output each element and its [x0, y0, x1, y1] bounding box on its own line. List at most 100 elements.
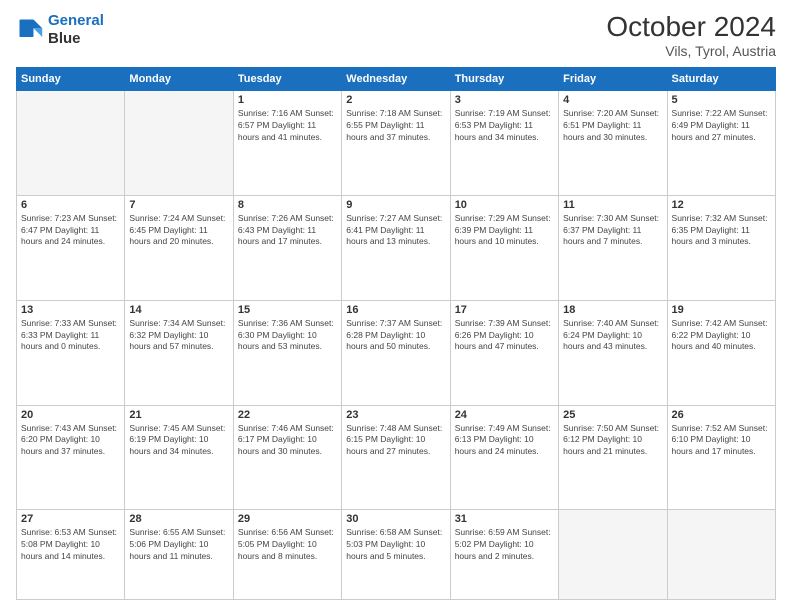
day-detail: Sunrise: 7:52 AM Sunset: 6:10 PM Dayligh… — [672, 423, 771, 459]
day-number: 24 — [455, 409, 554, 421]
col-header-sunday: Sunday — [17, 67, 125, 90]
page: General Blue October 2024 Vils, Tyrol, A… — [0, 0, 792, 612]
logo: General Blue — [16, 12, 104, 48]
day-detail: Sunrise: 7:18 AM Sunset: 6:55 PM Dayligh… — [346, 108, 445, 144]
day-detail: Sunrise: 7:26 AM Sunset: 6:43 PM Dayligh… — [238, 213, 337, 249]
calendar-cell: 17Sunrise: 7:39 AM Sunset: 6:26 PM Dayli… — [450, 300, 558, 405]
calendar-cell — [17, 90, 125, 195]
calendar-cell: 22 Sunrise: 7:46 AM Sunset: 6:17 PM Dayli… — [233, 405, 341, 510]
day-number: 3 — [455, 94, 554, 106]
calendar-cell: 10 Sunrise: 7:29 AM Sunset: 6:39 PM Dayli… — [450, 195, 558, 300]
day-detail: Sunrise: 7:16 AM Sunset: 6:57 PM Dayligh… — [238, 108, 337, 144]
calendar-cell — [667, 510, 775, 600]
day-detail: Sunrise: 7:45 AM Sunset: 6:19 PM Dayligh… — [129, 423, 228, 459]
calendar-cell: 16 Sunrise: 7:37 AM Sunset: 6:28 PM Dayli… — [342, 300, 450, 405]
calendar-cell: 30Sunrise: 6:58 AM Sunset: 5:03 PM Dayli… — [342, 510, 450, 600]
calendar-body: 1 Sunrise: 7:16 AM Sunset: 6:57 PM Daylig… — [17, 90, 776, 599]
main-title: October 2024 — [606, 12, 776, 43]
calendar-cell: 6Sunrise: 7:23 AM Sunset: 6:47 PM Daylig… — [17, 195, 125, 300]
day-number: 16 — [346, 304, 445, 316]
day-number: 21 — [129, 409, 228, 421]
calendar-cell: 4 Sunrise: 7:20 AM Sunset: 6:51 PM Daylig… — [559, 90, 667, 195]
calendar-cell: 21 Sunrise: 7:45 AM Sunset: 6:19 PM Dayli… — [125, 405, 233, 510]
logo-text: General Blue — [48, 12, 104, 48]
day-number: 20 — [21, 409, 120, 421]
calendar-cell: 26Sunrise: 7:52 AM Sunset: 6:10 PM Dayli… — [667, 405, 775, 510]
day-number: 22 — [238, 409, 337, 421]
calendar-cell: 25 Sunrise: 7:50 AM Sunset: 6:12 PM Dayli… — [559, 405, 667, 510]
calendar-cell: 15Sunrise: 7:36 AM Sunset: 6:30 PM Dayli… — [233, 300, 341, 405]
calendar-cell: 3Sunrise: 7:19 AM Sunset: 6:53 PM Daylig… — [450, 90, 558, 195]
day-number: 9 — [346, 199, 445, 211]
calendar-cell: 28 Sunrise: 6:55 AM Sunset: 5:06 PM Dayli… — [125, 510, 233, 600]
calendar-cell: 2 Sunrise: 7:18 AM Sunset: 6:55 PM Daylig… — [342, 90, 450, 195]
calendar-cell: 9 Sunrise: 7:27 AM Sunset: 6:41 PM Daylig… — [342, 195, 450, 300]
calendar-cell: 31 Sunrise: 6:59 AM Sunset: 5:02 PM Dayli… — [450, 510, 558, 600]
day-detail: Sunrise: 7:39 AM Sunset: 6:26 PM Dayligh… — [455, 318, 554, 354]
calendar-cell: 19Sunrise: 7:42 AM Sunset: 6:22 PM Dayli… — [667, 300, 775, 405]
calendar-cell: 23Sunrise: 7:48 AM Sunset: 6:15 PM Dayli… — [342, 405, 450, 510]
title-block: October 2024 Vils, Tyrol, Austria — [606, 12, 776, 59]
col-header-saturday: Saturday — [667, 67, 775, 90]
day-number: 31 — [455, 513, 554, 525]
day-number: 7 — [129, 199, 228, 211]
day-number: 27 — [21, 513, 120, 525]
day-number: 11 — [563, 199, 662, 211]
calendar-cell: 20 Sunrise: 7:43 AM Sunset: 6:20 PM Dayli… — [17, 405, 125, 510]
col-header-thursday: Thursday — [450, 67, 558, 90]
calendar-cell — [559, 510, 667, 600]
calendar-cell: 24Sunrise: 7:49 AM Sunset: 6:13 PM Dayli… — [450, 405, 558, 510]
day-detail: Sunrise: 7:29 AM Sunset: 6:39 PM Dayligh… — [455, 213, 554, 249]
day-detail: Sunrise: 6:56 AM Sunset: 5:05 PM Dayligh… — [238, 527, 337, 563]
day-detail: Sunrise: 6:59 AM Sunset: 5:02 PM Dayligh… — [455, 527, 554, 563]
calendar-cell: 13Sunrise: 7:33 AM Sunset: 6:33 PM Dayli… — [17, 300, 125, 405]
day-detail: Sunrise: 6:53 AM Sunset: 5:08 PM Dayligh… — [21, 527, 120, 563]
day-detail: Sunrise: 7:20 AM Sunset: 6:51 PM Dayligh… — [563, 108, 662, 144]
sub-title: Vils, Tyrol, Austria — [606, 43, 776, 59]
day-detail: Sunrise: 7:42 AM Sunset: 6:22 PM Dayligh… — [672, 318, 771, 354]
day-detail: Sunrise: 7:34 AM Sunset: 6:32 PM Dayligh… — [129, 318, 228, 354]
logo-line1: General — [48, 12, 104, 29]
col-header-friday: Friday — [559, 67, 667, 90]
calendar-cell: 29Sunrise: 6:56 AM Sunset: 5:05 PM Dayli… — [233, 510, 341, 600]
week-row-0: 1 Sunrise: 7:16 AM Sunset: 6:57 PM Daylig… — [17, 90, 776, 195]
day-detail: Sunrise: 7:50 AM Sunset: 6:12 PM Dayligh… — [563, 423, 662, 459]
logo-line2: Blue — [48, 30, 104, 48]
logo-icon — [16, 16, 44, 44]
day-number: 5 — [672, 94, 771, 106]
day-detail: Sunrise: 7:37 AM Sunset: 6:28 PM Dayligh… — [346, 318, 445, 354]
day-detail: Sunrise: 7:27 AM Sunset: 6:41 PM Dayligh… — [346, 213, 445, 249]
calendar-cell: 12Sunrise: 7:32 AM Sunset: 6:35 PM Dayli… — [667, 195, 775, 300]
day-number: 6 — [21, 199, 120, 211]
day-detail: Sunrise: 7:43 AM Sunset: 6:20 PM Dayligh… — [21, 423, 120, 459]
calendar-cell: 11Sunrise: 7:30 AM Sunset: 6:37 PM Dayli… — [559, 195, 667, 300]
day-detail: Sunrise: 7:46 AM Sunset: 6:17 PM Dayligh… — [238, 423, 337, 459]
calendar-cell: 1 Sunrise: 7:16 AM Sunset: 6:57 PM Daylig… — [233, 90, 341, 195]
calendar-table: SundayMondayTuesdayWednesdayThursdayFrid… — [16, 67, 776, 600]
day-number: 1 — [238, 94, 337, 106]
calendar-cell — [125, 90, 233, 195]
day-number: 10 — [455, 199, 554, 211]
header: General Blue October 2024 Vils, Tyrol, A… — [16, 12, 776, 59]
day-number: 4 — [563, 94, 662, 106]
week-row-2: 13Sunrise: 7:33 AM Sunset: 6:33 PM Dayli… — [17, 300, 776, 405]
day-number: 8 — [238, 199, 337, 211]
day-number: 25 — [563, 409, 662, 421]
calendar-cell: 27 Sunrise: 6:53 AM Sunset: 5:08 PM Dayli… — [17, 510, 125, 600]
col-header-monday: Monday — [125, 67, 233, 90]
day-detail: Sunrise: 6:58 AM Sunset: 5:03 PM Dayligh… — [346, 527, 445, 563]
day-detail: Sunrise: 7:36 AM Sunset: 6:30 PM Dayligh… — [238, 318, 337, 354]
calendar-header-row: SundayMondayTuesdayWednesdayThursdayFrid… — [17, 67, 776, 90]
day-number: 23 — [346, 409, 445, 421]
day-number: 2 — [346, 94, 445, 106]
day-number: 12 — [672, 199, 771, 211]
col-header-wednesday: Wednesday — [342, 67, 450, 90]
day-detail: Sunrise: 7:33 AM Sunset: 6:33 PM Dayligh… — [21, 318, 120, 354]
day-detail: Sunrise: 6:55 AM Sunset: 5:06 PM Dayligh… — [129, 527, 228, 563]
day-number: 28 — [129, 513, 228, 525]
calendar-cell: 18Sunrise: 7:40 AM Sunset: 6:24 PM Dayli… — [559, 300, 667, 405]
week-row-3: 20 Sunrise: 7:43 AM Sunset: 6:20 PM Dayli… — [17, 405, 776, 510]
calendar-cell: 7Sunrise: 7:24 AM Sunset: 6:45 PM Daylig… — [125, 195, 233, 300]
calendar-cell: 5 Sunrise: 7:22 AM Sunset: 6:49 PM Daylig… — [667, 90, 775, 195]
day-detail: Sunrise: 7:22 AM Sunset: 6:49 PM Dayligh… — [672, 108, 771, 144]
